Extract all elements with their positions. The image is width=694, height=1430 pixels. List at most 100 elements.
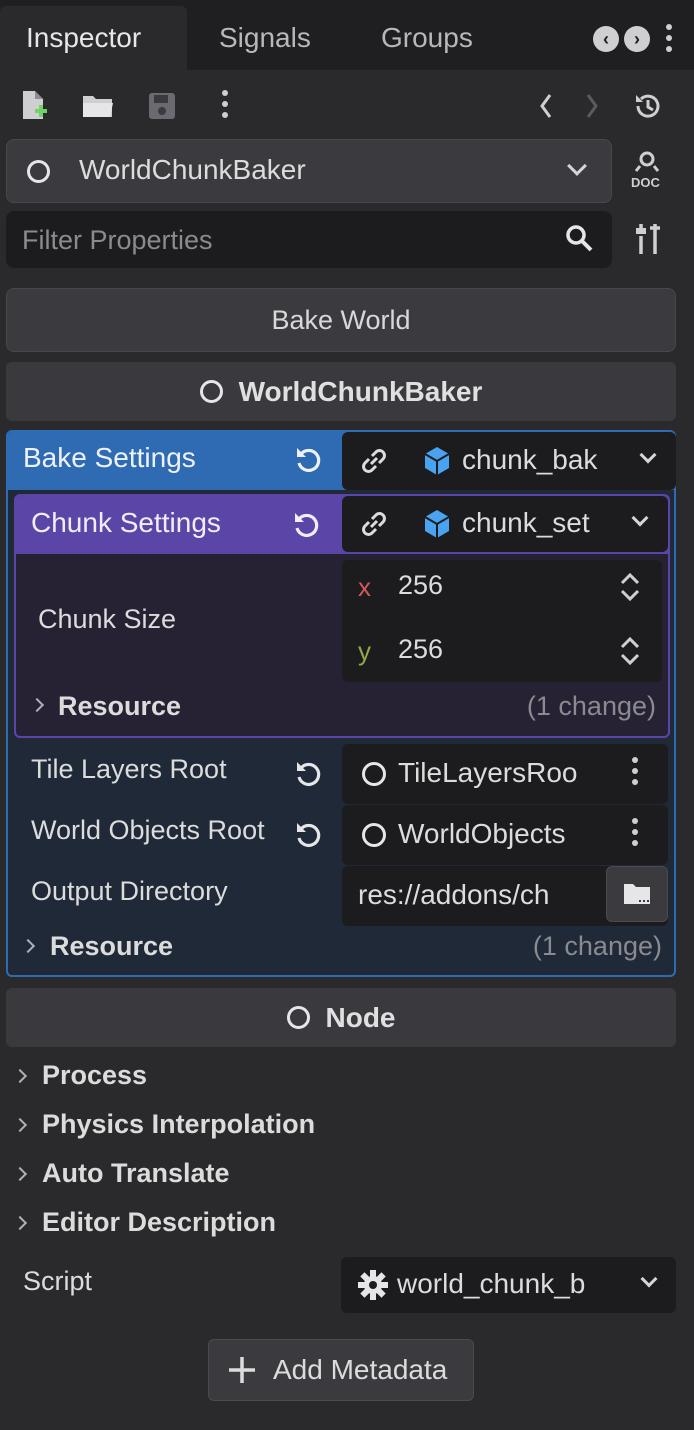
spinner-y-icon[interactable]	[618, 634, 642, 673]
revert-icon[interactable]	[292, 510, 322, 540]
chevron-right-icon	[12, 1166, 28, 1182]
chunk-settings-label: Chunk Settings	[31, 507, 221, 538]
chunk-settings-resource-picker[interactable]: chunk_set	[342, 496, 668, 552]
more-options-icon[interactable]	[222, 90, 228, 118]
resource-group-label: Resource	[58, 691, 182, 721]
world-objects-root-label: World Objects Root	[31, 815, 265, 845]
script-value: world_chunk_b	[397, 1268, 586, 1299]
search-icon	[564, 223, 594, 258]
script-picker[interactable]: world_chunk_b	[341, 1257, 676, 1313]
chunk-size-x-input[interactable]: 256	[398, 570, 443, 601]
bake-settings-panel: Bake Settings chunk_bak Chunk Settings c…	[6, 430, 676, 977]
save-icon[interactable]	[144, 88, 180, 124]
tile-layers-root-label: Tile Layers Root	[31, 754, 227, 784]
world-objects-root-picker[interactable]: WorldObjects	[342, 805, 668, 865]
tile-layers-root-value: TileLayersRoo	[398, 757, 578, 788]
group-label: Auto Translate	[42, 1158, 230, 1188]
chevron-right-icon	[20, 938, 36, 954]
x-axis-label: x	[358, 572, 371, 602]
node-icon	[286, 1006, 310, 1029]
resource-cube-icon	[422, 445, 452, 482]
add-metadata-button[interactable]: Add Metadata	[208, 1339, 474, 1401]
tab-groups[interactable]: Groups	[381, 6, 473, 70]
dock-menu-icon[interactable]	[666, 24, 672, 52]
add-metadata-label: Add Metadata	[273, 1354, 448, 1385]
back-icon[interactable]	[528, 88, 564, 124]
group-label: Physics Interpolation	[42, 1109, 316, 1139]
node-selector-dropdown[interactable]: WorldChunkBaker	[6, 139, 612, 203]
tab-scroll-right-icon[interactable]: ›	[624, 26, 650, 52]
class-header-label: Node	[325, 1001, 396, 1033]
more-options-icon[interactable]	[632, 818, 638, 846]
chevron-down-icon[interactable]	[631, 509, 649, 527]
node-icon	[27, 160, 50, 183]
new-resource-icon[interactable]	[16, 88, 52, 124]
resource-cube-icon	[422, 508, 452, 545]
bake-settings-resource-picker[interactable]: chunk_bak	[342, 432, 676, 490]
chunk-settings-resource-name: chunk_set	[462, 507, 590, 538]
node-icon	[362, 823, 386, 847]
chunk-resource-group[interactable]: Resource (1 change)	[16, 688, 668, 736]
chevron-right-icon	[12, 1117, 28, 1133]
chevron-down-icon[interactable]	[640, 1270, 658, 1288]
chunk-size-y-input[interactable]: 256	[398, 634, 443, 665]
revert-icon[interactable]	[294, 820, 324, 850]
link-icon[interactable]	[358, 445, 390, 482]
y-axis-label: y	[358, 636, 371, 666]
bake-settings-label: Bake Settings	[23, 442, 196, 473]
spinner-x-icon[interactable]	[618, 570, 642, 609]
folder-icon	[622, 881, 652, 912]
group-physics-interpolation[interactable]: Physics Interpolation	[6, 1103, 676, 1147]
svg-text:DOC: DOC	[631, 175, 661, 190]
group-auto-translate[interactable]: Auto Translate	[6, 1152, 676, 1196]
chevron-right-icon	[29, 697, 45, 713]
group-process[interactable]: Process	[6, 1054, 676, 1098]
forward-icon[interactable]	[574, 88, 610, 124]
browse-folder-button[interactable]	[606, 866, 668, 922]
revert-icon[interactable]	[294, 759, 324, 789]
group-label: Editor Description	[42, 1207, 277, 1237]
dock-tab-bar: Inspector Signals Groups ‹ ›	[0, 0, 694, 70]
resource-changes-count: (1 change)	[532, 931, 662, 961]
chevron-down-icon[interactable]	[639, 446, 657, 464]
chunk-size-label: Chunk Size	[38, 604, 177, 634]
class-header-worldchunkbaker: WorldChunkBaker	[6, 362, 676, 421]
bake-world-button[interactable]: Bake World	[6, 288, 676, 352]
class-header-node: Node	[6, 988, 676, 1047]
resource-changes-count: (1 change)	[526, 691, 656, 721]
bake-world-label: Bake World	[271, 304, 411, 335]
world-objects-root-value: WorldObjects	[398, 818, 566, 849]
output-directory-value: res://addons/ch	[358, 879, 550, 910]
node-selector-value: WorldChunkBaker	[79, 154, 306, 185]
tab-inspector[interactable]: Inspector	[0, 6, 187, 70]
tile-layers-root-picker[interactable]: TileLayersRoo	[342, 744, 668, 804]
node-icon	[199, 380, 223, 403]
output-directory-field[interactable]: res://addons/ch	[342, 866, 668, 926]
class-header-label: WorldChunkBaker	[238, 375, 483, 407]
gear-icon	[357, 1269, 389, 1306]
group-editor-description[interactable]: Editor Description	[6, 1201, 676, 1245]
tab-signals[interactable]: Signals	[219, 6, 311, 70]
plus-icon	[227, 1355, 257, 1390]
history-icon[interactable]	[630, 88, 666, 124]
chevron-right-icon	[12, 1215, 28, 1231]
group-label: Process	[42, 1060, 148, 1090]
chunk-size-vector-field: x 256 y 256	[342, 560, 662, 682]
chunk-settings-panel: Chunk Settings chunk_set Chunk Size x 25…	[14, 494, 670, 738]
open-folder-icon[interactable]	[80, 88, 116, 124]
link-icon[interactable]	[358, 508, 390, 545]
chevron-down-icon	[567, 156, 587, 176]
tab-scroll-left-icon[interactable]: ‹	[593, 26, 619, 52]
resource-group-label: Resource	[50, 931, 174, 961]
revert-icon[interactable]	[294, 445, 324, 475]
doc-icon[interactable]: DOC	[630, 150, 664, 190]
filter-properties-field[interactable]	[6, 211, 612, 268]
output-directory-label: Output Directory	[31, 876, 228, 906]
node-icon	[362, 762, 386, 786]
filter-properties-input[interactable]	[22, 221, 542, 259]
bake-resource-group[interactable]: Resource (1 change)	[8, 924, 674, 972]
more-options-icon[interactable]	[632, 757, 638, 785]
chevron-right-icon	[12, 1068, 28, 1084]
bake-settings-resource-name: chunk_bak	[462, 444, 598, 475]
property-tools-icon[interactable]	[634, 222, 662, 256]
